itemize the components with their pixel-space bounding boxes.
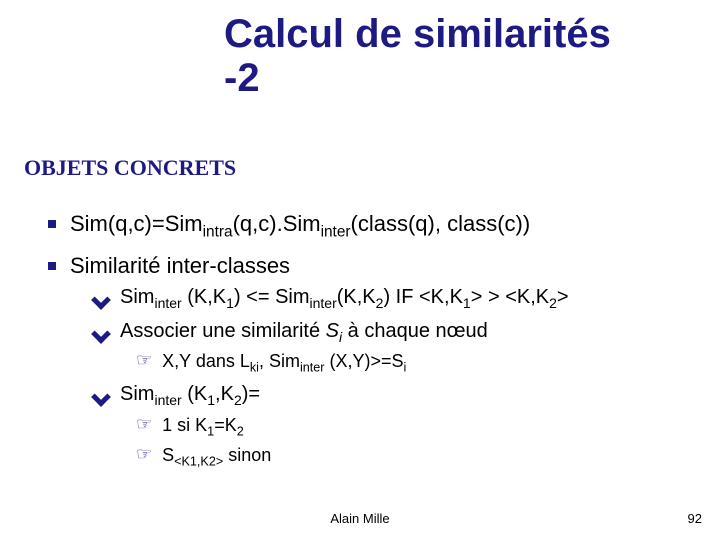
sub-sub-bullet-text: 1 si K1=K2 — [162, 414, 244, 440]
bullet-text: Sim(q,c)=Simintra(q,c).Siminter(class(q)… — [70, 210, 530, 242]
title-line1: Calcul de similarités — [224, 12, 611, 56]
sub-bullet-text: Siminter (K1,K2)= — [120, 382, 260, 410]
sub-sub-bullet-text: S<K1,K2> sinon — [162, 444, 271, 470]
diamond-bullet-icon — [91, 324, 111, 344]
title-line2: -2 — [224, 56, 611, 100]
sub-bullet-1: Siminter (K,K1) <= Siminter(K,K2) IF <K,… — [94, 285, 696, 313]
bullet-text: Similarité inter-classes — [70, 252, 290, 280]
sub-sub-bullet-3: ☞ S<K1,K2> sinon — [136, 444, 696, 470]
sub-sub-bullet-1: ☞ X,Y dans Lki, Siminter (X,Y)>=Si — [136, 350, 696, 376]
bullet-item-1: Sim(q,c)=Simintra(q,c).Siminter(class(q)… — [48, 210, 696, 242]
sub-sub-bullet-text: X,Y dans Lki, Siminter (X,Y)>=Si — [162, 350, 406, 376]
arrow-bullet-icon: ☞ — [136, 350, 152, 372]
content-area: Sim(q,c)=Simintra(q,c).Siminter(class(q)… — [24, 200, 696, 471]
diamond-bullet-icon — [91, 290, 111, 310]
footer-author: Alain Mille — [0, 511, 720, 526]
sub-bullet-text: Siminter (K,K1) <= Siminter(K,K2) IF <K,… — [120, 285, 569, 313]
diamond-bullet-icon — [91, 388, 111, 408]
bullet-item-2: Similarité inter-classes — [48, 252, 696, 280]
sub-bullet-3: Siminter (K1,K2)= — [94, 382, 696, 410]
arrow-bullet-icon: ☞ — [136, 414, 152, 436]
square-bullet-icon — [48, 220, 56, 228]
arrow-bullet-icon: ☞ — [136, 444, 152, 466]
slide-title: Calcul de similarités -2 — [224, 12, 611, 100]
sub-sub-bullet-2: ☞ 1 si K1=K2 — [136, 414, 696, 440]
sub-bullet-2: Associer une similarité Si à chaque nœud — [94, 319, 696, 347]
sub-bullet-text: Associer une similarité Si à chaque nœud — [120, 319, 488, 347]
footer-page-number: 92 — [688, 511, 702, 526]
section-heading: OBJETS CONCRETS — [24, 155, 236, 181]
square-bullet-icon — [48, 262, 56, 270]
